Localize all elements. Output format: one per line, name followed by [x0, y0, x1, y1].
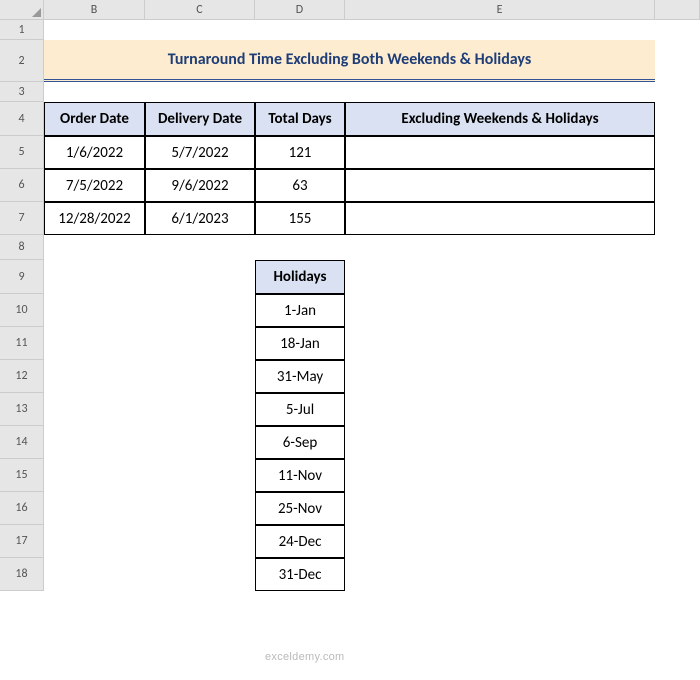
header-delivery-date[interactable]: Delivery Date — [145, 102, 255, 136]
watermark: exceldemy.com — [265, 651, 345, 663]
col-header-B[interactable]: B — [44, 0, 145, 20]
row-header-15[interactable]: 15 — [0, 459, 44, 492]
row-header-14[interactable]: 14 — [0, 426, 44, 459]
holiday-6[interactable]: 25-Nov — [255, 492, 345, 525]
cell-exclude-0[interactable] — [345, 136, 655, 169]
row-header-4[interactable]: 4 — [0, 102, 44, 136]
holiday-2[interactable]: 31-May — [255, 360, 345, 393]
row-header-18[interactable]: 18 — [0, 558, 44, 591]
holiday-5[interactable]: 11-Nov — [255, 459, 345, 492]
cell-total-2[interactable]: 155 — [255, 202, 345, 235]
holidays-header[interactable]: Holidays — [255, 260, 345, 294]
row-header-7[interactable]: 7 — [0, 202, 44, 235]
cell-order-2[interactable]: 12/28/2022 — [44, 202, 145, 235]
col-header-C[interactable]: C — [145, 0, 255, 20]
holiday-7[interactable]: 24-Dec — [255, 525, 345, 558]
cell-delivery-1[interactable]: 9/6/2022 — [145, 169, 255, 202]
cell-delivery-2[interactable]: 6/1/2023 — [145, 202, 255, 235]
header-total-days[interactable]: Total Days — [255, 102, 345, 136]
row-header-13[interactable]: 13 — [0, 393, 44, 426]
cell-order-1[interactable]: 7/5/2022 — [44, 169, 145, 202]
row-header-10[interactable]: 10 — [0, 294, 44, 327]
header-excluding[interactable]: Excluding Weekends & Holidays — [345, 102, 655, 136]
col-header-E[interactable]: E — [345, 0, 655, 20]
cell-order-0[interactable]: 1/6/2022 — [44, 136, 145, 169]
cell-exclude-1[interactable] — [345, 169, 655, 202]
page-title: Turnaround Time Excluding Both Weekends … — [44, 40, 655, 82]
header-order-date[interactable]: Order Date — [44, 102, 145, 136]
col-header-F[interactable] — [655, 0, 700, 20]
row-header-5[interactable]: 5 — [0, 136, 44, 169]
row-header-3[interactable]: 3 — [0, 82, 44, 102]
holiday-3[interactable]: 5-Jul — [255, 393, 345, 426]
row-header-12[interactable]: 12 — [0, 360, 44, 393]
cell-total-0[interactable]: 121 — [255, 136, 345, 169]
select-all-corner[interactable] — [0, 0, 44, 20]
row-header-17[interactable]: 17 — [0, 525, 44, 558]
cell-total-1[interactable]: 63 — [255, 169, 345, 202]
cell-exclude-2[interactable] — [345, 202, 655, 235]
cell-delivery-0[interactable]: 5/7/2022 — [145, 136, 255, 169]
holiday-8[interactable]: 31-Dec — [255, 558, 345, 591]
holiday-1[interactable]: 18-Jan — [255, 327, 345, 360]
row-header-2[interactable]: 2 — [0, 40, 44, 82]
row-header-9[interactable]: 9 — [0, 260, 44, 294]
col-header-D[interactable]: D — [255, 0, 345, 20]
holiday-0[interactable]: 1-Jan — [255, 294, 345, 327]
holiday-4[interactable]: 6-Sep — [255, 426, 345, 459]
row-header-11[interactable]: 11 — [0, 327, 44, 360]
row-header-1[interactable]: 1 — [0, 20, 44, 40]
row-header-16[interactable]: 16 — [0, 492, 44, 525]
row-header-6[interactable]: 6 — [0, 169, 44, 202]
row-header-8[interactable]: 8 — [0, 235, 44, 260]
